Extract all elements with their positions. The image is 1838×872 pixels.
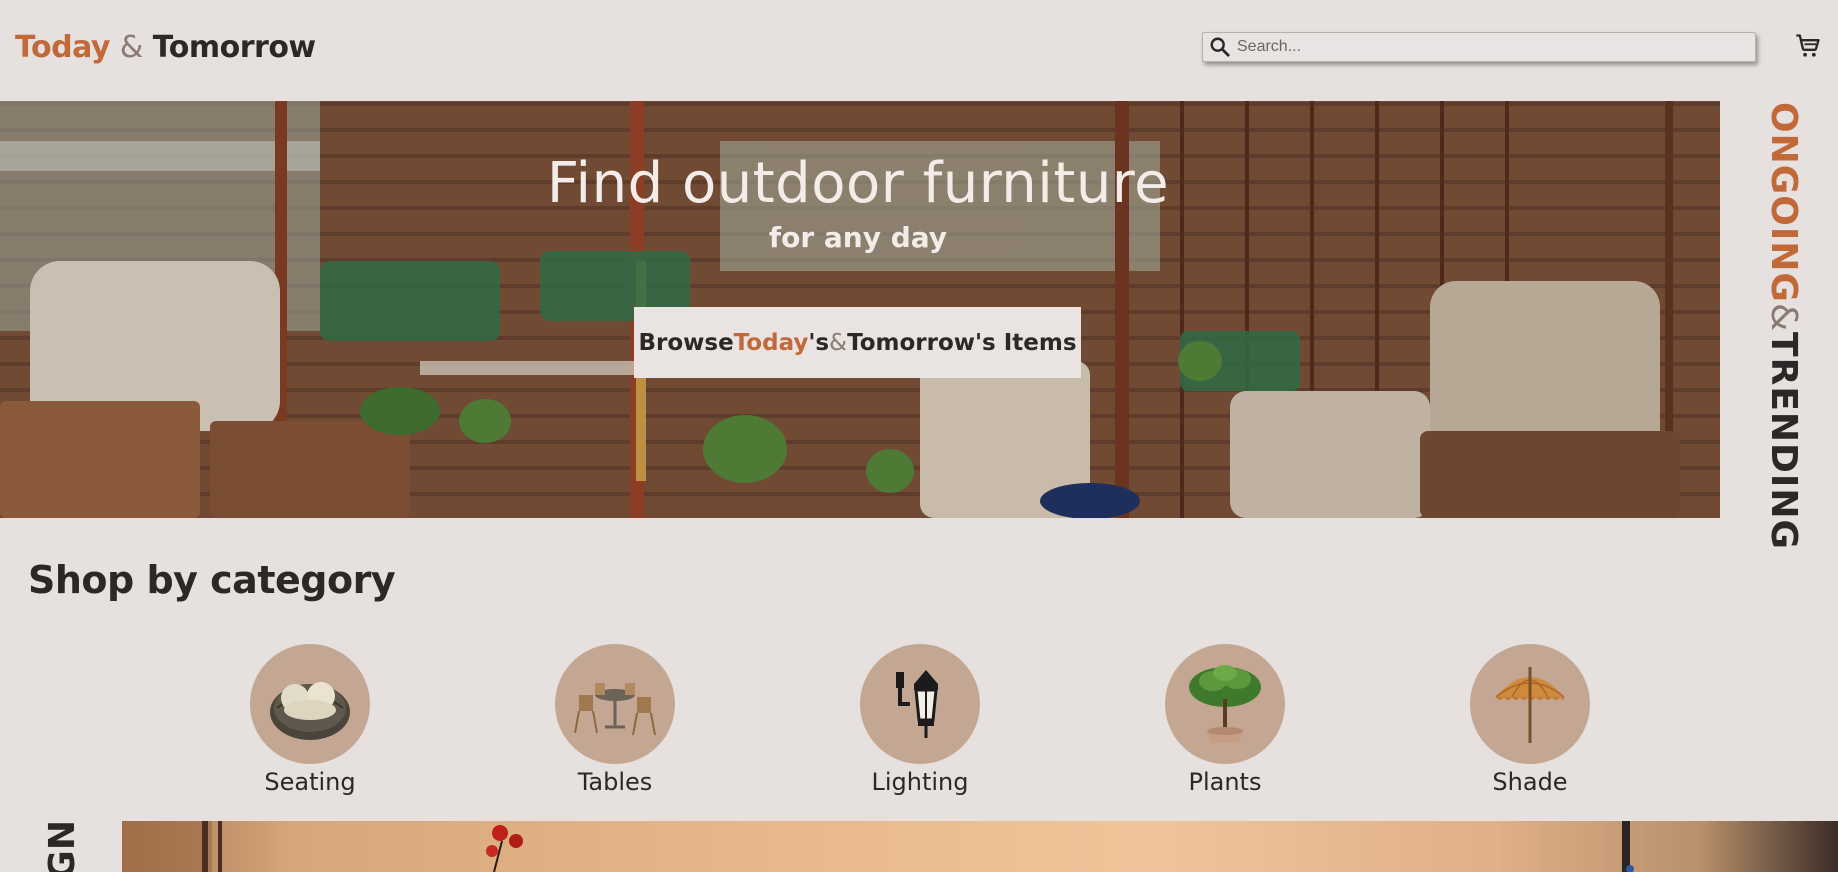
side-label-trending: TRENDING	[1763, 332, 1804, 550]
search-input[interactable]	[1233, 34, 1733, 60]
category-tables[interactable]: Tables	[530, 644, 700, 796]
lighting-icon	[860, 644, 980, 764]
category-shade[interactable]: Shade	[1445, 644, 1615, 796]
secondary-banner-image	[122, 821, 1838, 872]
shopping-cart-icon[interactable]	[1792, 30, 1824, 62]
tables-icon	[555, 644, 675, 764]
browse-label-mid: 's	[808, 329, 830, 356]
bottom-vertical-text: GN	[42, 820, 83, 872]
category-label: Plants	[1188, 768, 1262, 796]
hero-title: Find outdoor furniture	[546, 151, 1170, 216]
hero-banner: Find outdoor furniture for any day Brows…	[0, 101, 1720, 518]
browse-label-ampersand: &	[829, 329, 848, 356]
shade-icon	[1470, 644, 1590, 764]
search-bar[interactable]	[1202, 32, 1756, 62]
side-label-ampersand: &	[1763, 302, 1804, 333]
category-label: Shade	[1492, 768, 1568, 796]
category-list: Seating Tables Lighting Plants Shade	[0, 644, 1838, 796]
site-logo[interactable]: Today & Tomorrow	[15, 30, 316, 65]
browse-label-prefix: Browse	[638, 329, 734, 356]
design-vertical-label: GN	[40, 820, 86, 872]
category-plants[interactable]: Plants	[1140, 644, 1310, 796]
category-lighting[interactable]: Lighting	[835, 644, 1005, 796]
logo-tomorrow: Tomorrow	[152, 30, 316, 65]
hero-subtitle: for any day	[768, 221, 948, 254]
seating-icon	[250, 644, 370, 764]
category-label: Seating	[264, 768, 356, 796]
plants-icon	[1165, 644, 1285, 764]
browse-label-today: Today	[733, 329, 809, 356]
site-header: Today & Tomorrow	[0, 0, 1838, 100]
search-icon[interactable]	[1207, 34, 1233, 60]
browse-items-button[interactable]: Browse Today's & Tomorrow's Items	[634, 307, 1081, 378]
shop-by-category-heading: Shop by category	[28, 558, 396, 602]
browse-label-suffix: Tomorrow's Items	[847, 329, 1077, 356]
logo-ampersand: &	[119, 30, 143, 65]
category-label: Lighting	[871, 768, 969, 796]
ongoing-trending-link[interactable]: ONGOING&TRENDING	[1760, 102, 1806, 550]
category-label: Tables	[577, 768, 653, 796]
side-label-ongoing: ONGOING	[1763, 102, 1804, 303]
logo-today: Today	[15, 30, 110, 65]
category-seating[interactable]: Seating	[225, 644, 395, 796]
secondary-banner-graphic	[122, 821, 1634, 872]
